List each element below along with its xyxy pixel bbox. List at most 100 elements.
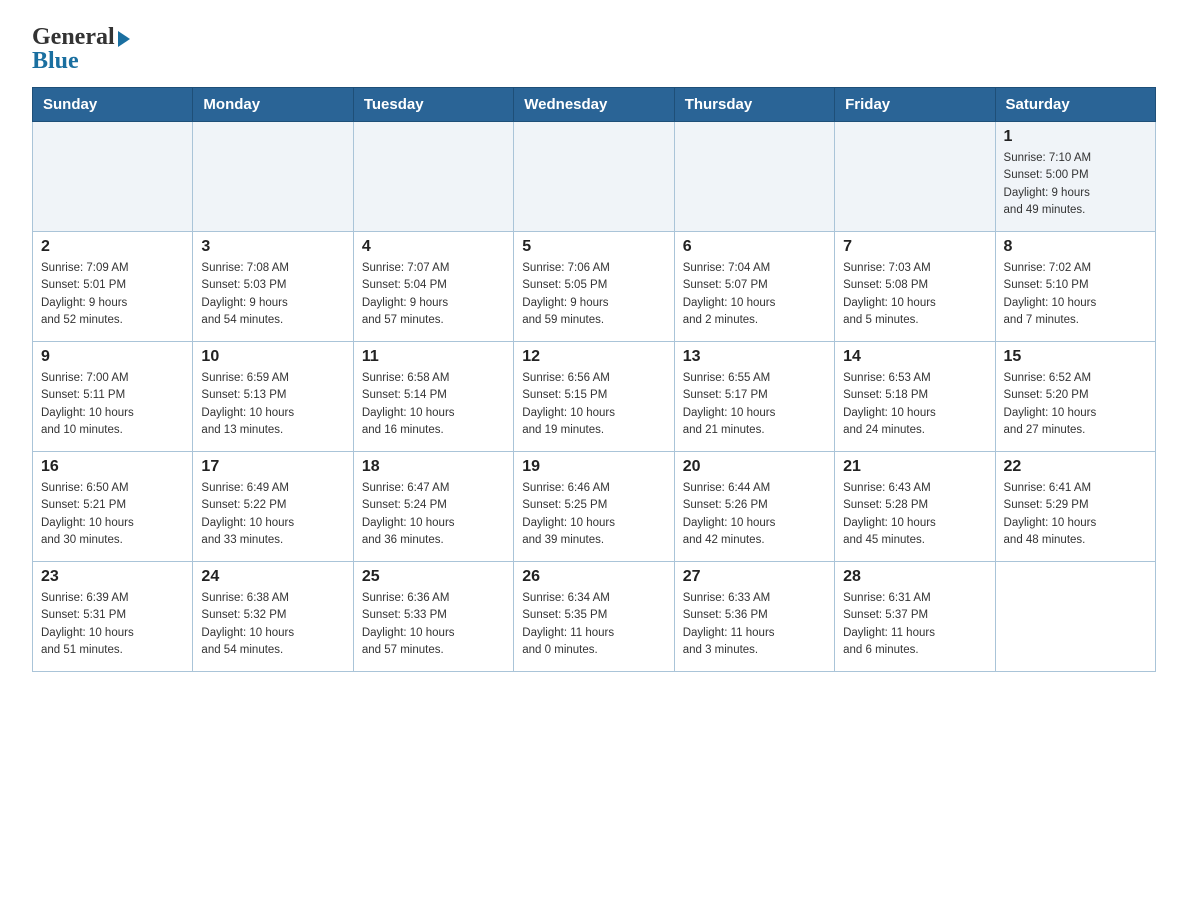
weekday-header-wednesday: Wednesday: [514, 88, 674, 122]
day-number: 23: [41, 568, 184, 586]
calendar-cell-2-4: 5 Sunrise: 7:06 AMSunset: 5:05 PMDaylight…: [514, 232, 674, 342]
calendar-cell-2-3: 4 Sunrise: 7:07 AMSunset: 5:04 PMDaylight…: [353, 232, 513, 342]
calendar-cell-1-6: [835, 122, 995, 232]
day-number: 10: [201, 348, 344, 366]
day-number: 20: [683, 458, 826, 476]
day-info: Sunrise: 7:07 AMSunset: 5:04 PMDaylight:…: [362, 260, 505, 329]
day-info: Sunrise: 6:55 AMSunset: 5:17 PMDaylight:…: [683, 370, 826, 439]
calendar-cell-3-5: 13 Sunrise: 6:55 AMSunset: 5:17 PMDayligh…: [674, 342, 834, 452]
calendar-week-5: 23 Sunrise: 6:39 AMSunset: 5:31 PMDayligh…: [33, 562, 1156, 672]
calendar-cell-4-4: 19 Sunrise: 6:46 AMSunset: 5:25 PMDayligh…: [514, 452, 674, 562]
day-info: Sunrise: 7:02 AMSunset: 5:10 PMDaylight:…: [1004, 260, 1147, 329]
day-number: 27: [683, 568, 826, 586]
calendar-cell-1-7: 1 Sunrise: 7:10 AMSunset: 5:00 PMDaylight…: [995, 122, 1155, 232]
weekday-header-friday: Friday: [835, 88, 995, 122]
day-number: 14: [843, 348, 986, 366]
day-number: 24: [201, 568, 344, 586]
calendar-cell-4-3: 18Sunrise: 6:47 AMSunset: 5:24 PMDayligh…: [353, 452, 513, 562]
calendar-cell-5-4: 26 Sunrise: 6:34 AMSunset: 5:35 PMDayligh…: [514, 562, 674, 672]
day-info: Sunrise: 6:46 AMSunset: 5:25 PMDaylight:…: [522, 480, 665, 549]
day-number: 22: [1004, 458, 1147, 476]
calendar-cell-1-4: [514, 122, 674, 232]
day-number: 9: [41, 348, 184, 366]
day-number: 8: [1004, 238, 1147, 256]
calendar-cell-3-6: 14 Sunrise: 6:53 AMSunset: 5:18 PMDayligh…: [835, 342, 995, 452]
calendar-week-1: 1 Sunrise: 7:10 AMSunset: 5:00 PMDaylight…: [33, 122, 1156, 232]
day-number: 2: [41, 238, 184, 256]
day-info: Sunrise: 7:09 AMSunset: 5:01 PMDaylight:…: [41, 260, 184, 329]
calendar-cell-4-1: 16Sunrise: 6:50 AMSunset: 5:21 PMDayligh…: [33, 452, 193, 562]
weekday-header-saturday: Saturday: [995, 88, 1155, 122]
calendar-cell-5-3: 25 Sunrise: 6:36 AMSunset: 5:33 PMDayligh…: [353, 562, 513, 672]
day-number: 11: [362, 348, 505, 366]
calendar-cell-5-7: [995, 562, 1155, 672]
day-info: Sunrise: 7:00 AMSunset: 5:11 PMDaylight:…: [41, 370, 184, 439]
weekday-header-tuesday: Tuesday: [353, 88, 513, 122]
day-number: 16: [41, 458, 184, 476]
calendar-cell-3-7: 15 Sunrise: 6:52 AMSunset: 5:20 PMDayligh…: [995, 342, 1155, 452]
calendar-cell-1-2: [193, 122, 353, 232]
weekday-header-thursday: Thursday: [674, 88, 834, 122]
day-number: 25: [362, 568, 505, 586]
calendar-cell-1-5: [674, 122, 834, 232]
day-number: 28: [843, 568, 986, 586]
day-info: Sunrise: 6:43 AMSunset: 5:28 PMDaylight:…: [843, 480, 986, 549]
day-info: Sunrise: 6:53 AMSunset: 5:18 PMDaylight:…: [843, 370, 986, 439]
logo: General Blue: [32, 24, 130, 75]
calendar-table: SundayMondayTuesdayWednesdayThursdayFrid…: [32, 87, 1156, 672]
calendar-cell-2-6: 7 Sunrise: 7:03 AMSunset: 5:08 PMDaylight…: [835, 232, 995, 342]
day-number: 18: [362, 458, 505, 476]
day-info: Sunrise: 6:59 AMSunset: 5:13 PMDaylight:…: [201, 370, 344, 439]
day-number: 21: [843, 458, 986, 476]
day-number: 15: [1004, 348, 1147, 366]
day-info: Sunrise: 6:52 AMSunset: 5:20 PMDaylight:…: [1004, 370, 1147, 439]
calendar-cell-2-5: 6Sunrise: 7:04 AMSunset: 5:07 PMDaylight…: [674, 232, 834, 342]
day-info: Sunrise: 6:56 AMSunset: 5:15 PMDaylight:…: [522, 370, 665, 439]
weekday-header-row: SundayMondayTuesdayWednesdayThursdayFrid…: [33, 88, 1156, 122]
logo-general-text: General: [32, 24, 115, 51]
day-number: 13: [683, 348, 826, 366]
day-info: Sunrise: 6:41 AMSunset: 5:29 PMDaylight:…: [1004, 480, 1147, 549]
calendar-cell-2-1: 2 Sunrise: 7:09 AMSunset: 5:01 PMDaylight…: [33, 232, 193, 342]
day-number: 12: [522, 348, 665, 366]
day-info: Sunrise: 6:39 AMSunset: 5:31 PMDaylight:…: [41, 590, 184, 659]
calendar-cell-3-2: 10 Sunrise: 6:59 AMSunset: 5:13 PMDayligh…: [193, 342, 353, 452]
page-header: General Blue: [32, 24, 1156, 75]
weekday-header-sunday: Sunday: [33, 88, 193, 122]
calendar-cell-1-1: [33, 122, 193, 232]
calendar-cell-3-4: 12 Sunrise: 6:56 AMSunset: 5:15 PMDayligh…: [514, 342, 674, 452]
day-number: 26: [522, 568, 665, 586]
day-info: Sunrise: 6:49 AMSunset: 5:22 PMDaylight:…: [201, 480, 344, 549]
day-info: Sunrise: 7:03 AMSunset: 5:08 PMDaylight:…: [843, 260, 986, 329]
day-number: 7: [843, 238, 986, 256]
calendar-week-3: 9 Sunrise: 7:00 AMSunset: 5:11 PMDaylight…: [33, 342, 1156, 452]
calendar-cell-4-5: 20 Sunrise: 6:44 AMSunset: 5:26 PMDayligh…: [674, 452, 834, 562]
day-number: 3: [201, 238, 344, 256]
day-info: Sunrise: 7:10 AMSunset: 5:00 PMDaylight:…: [1004, 150, 1147, 219]
calendar-cell-2-2: 3 Sunrise: 7:08 AMSunset: 5:03 PMDaylight…: [193, 232, 353, 342]
calendar-cell-1-3: [353, 122, 513, 232]
calendar-cell-4-2: 17 Sunrise: 6:49 AMSunset: 5:22 PMDayligh…: [193, 452, 353, 562]
calendar-cell-4-7: 22 Sunrise: 6:41 AMSunset: 5:29 PMDayligh…: [995, 452, 1155, 562]
day-info: Sunrise: 7:08 AMSunset: 5:03 PMDaylight:…: [201, 260, 344, 329]
day-number: 17: [201, 458, 344, 476]
calendar-cell-2-7: 8 Sunrise: 7:02 AMSunset: 5:10 PMDaylight…: [995, 232, 1155, 342]
day-info: Sunrise: 6:38 AMSunset: 5:32 PMDaylight:…: [201, 590, 344, 659]
calendar-week-2: 2 Sunrise: 7:09 AMSunset: 5:01 PMDaylight…: [33, 232, 1156, 342]
calendar-cell-5-1: 23 Sunrise: 6:39 AMSunset: 5:31 PMDayligh…: [33, 562, 193, 672]
day-info: Sunrise: 6:58 AMSunset: 5:14 PMDaylight:…: [362, 370, 505, 439]
day-info: Sunrise: 6:33 AMSunset: 5:36 PMDaylight:…: [683, 590, 826, 659]
day-info: Sunrise: 7:06 AMSunset: 5:05 PMDaylight:…: [522, 260, 665, 329]
day-number: 19: [522, 458, 665, 476]
day-number: 6: [683, 238, 826, 256]
calendar-cell-5-5: 27 Sunrise: 6:33 AMSunset: 5:36 PMDayligh…: [674, 562, 834, 672]
day-number: 4: [362, 238, 505, 256]
logo-arrow-icon: [118, 31, 130, 47]
day-number: 1: [1004, 128, 1147, 146]
day-info: Sunrise: 6:36 AMSunset: 5:33 PMDaylight:…: [362, 590, 505, 659]
day-info: Sunrise: 6:34 AMSunset: 5:35 PMDaylight:…: [522, 590, 665, 659]
calendar-cell-4-6: 21 Sunrise: 6:43 AMSunset: 5:28 PMDayligh…: [835, 452, 995, 562]
day-info: Sunrise: 6:44 AMSunset: 5:26 PMDaylight:…: [683, 480, 826, 549]
day-number: 5: [522, 238, 665, 256]
calendar-cell-5-6: 28Sunrise: 6:31 AMSunset: 5:37 PMDayligh…: [835, 562, 995, 672]
